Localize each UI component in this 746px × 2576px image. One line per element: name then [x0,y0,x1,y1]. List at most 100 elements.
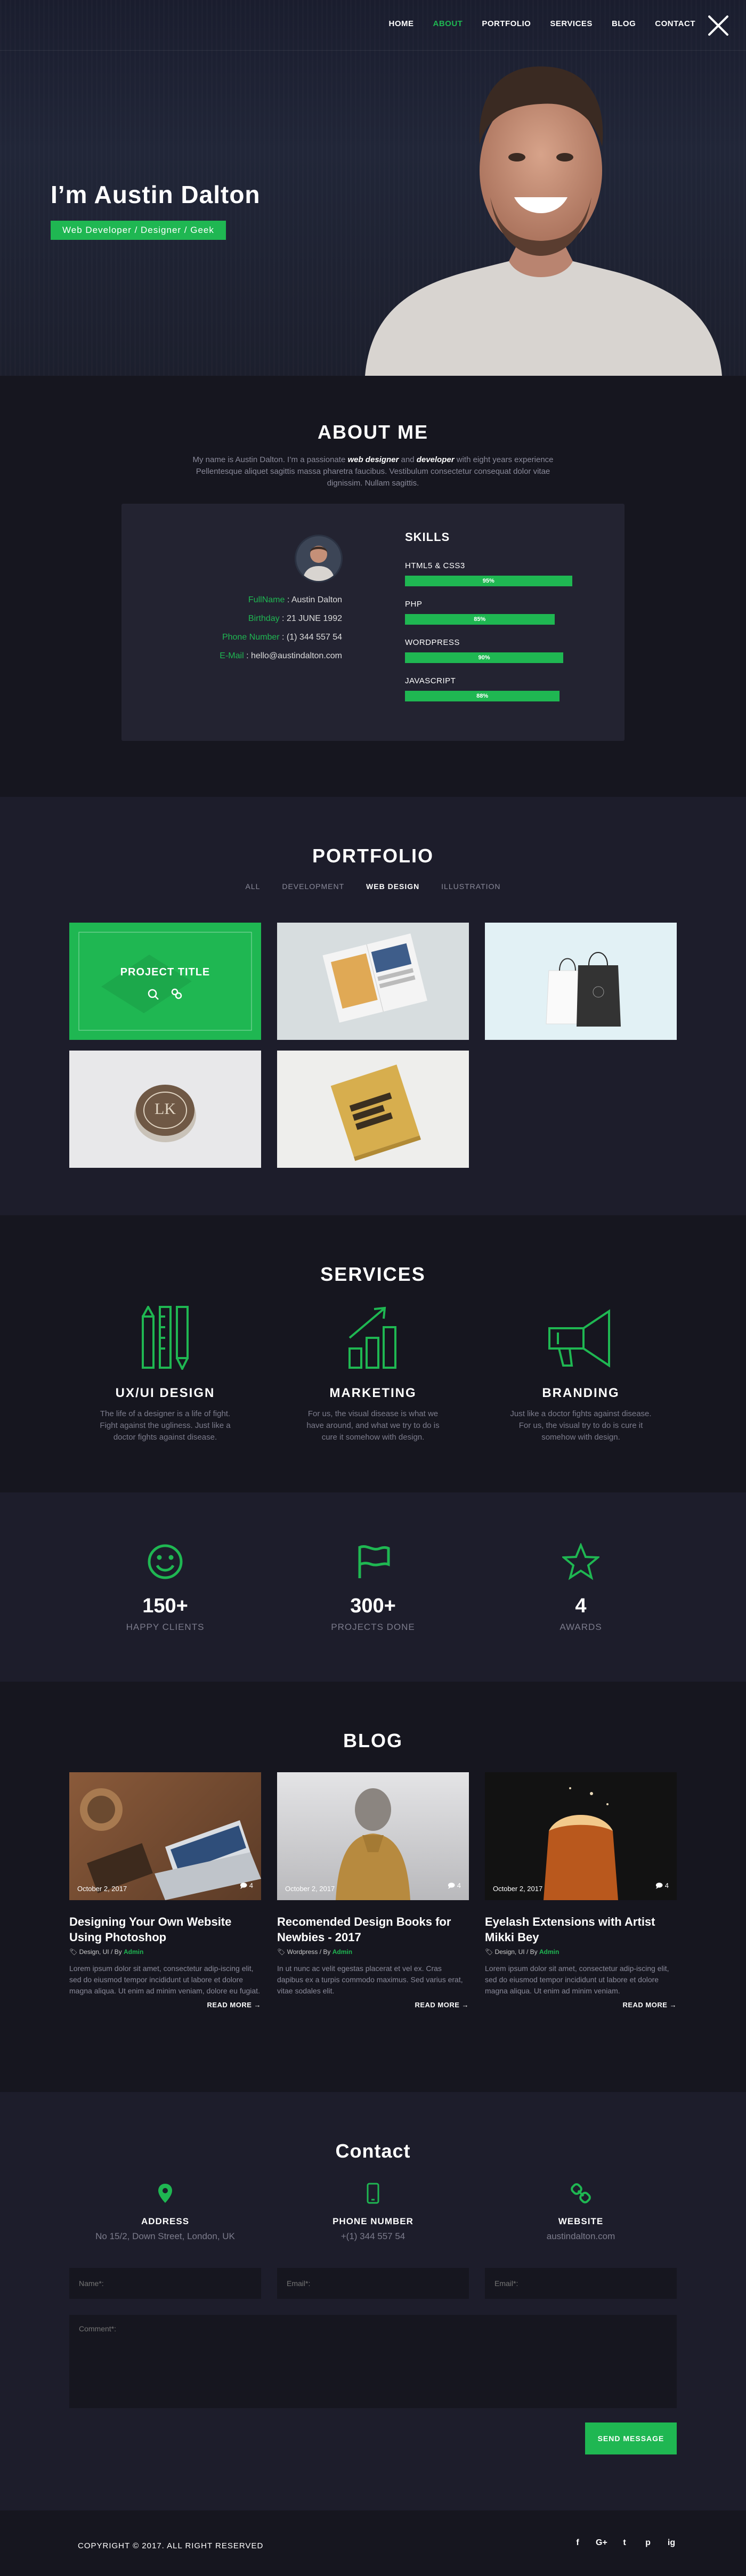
about-section: ABOUT ME My name is Austin Dalton. I’m a… [0,376,746,797]
about-title: ABOUT ME [318,421,428,443]
nav-item-about[interactable]: ABOUT [433,19,463,28]
map-pin-icon [158,2184,172,2203]
project-title: PROJECT TITLE [120,966,210,978]
service-text: For us, the visual disease is what we ha… [306,1409,440,1442]
skill-php: PHP 85% [405,600,586,625]
service-text: The life of a designer is a life of figh… [100,1409,231,1442]
twitter-icon[interactable]: t [619,2538,630,2548]
services-section: SERVICES UX/UI DESIGN The life of a desi… [0,1215,746,1492]
skill-label: WORDPRESS [405,638,460,647]
contact-website: WEBSITE austindalton.com [485,2183,677,2242]
filter-all[interactable]: ALL [246,882,261,891]
blog-title: BLOG [343,1730,403,1751]
skill-label: HTML5 & CSS3 [405,561,465,570]
comment-icon: 🗩 [239,1881,248,1889]
info-phone: Phone Number : (1) 344 557 54 [222,633,342,642]
post-author: Admin [332,1948,353,1956]
info-value: Austin Dalton [291,595,342,604]
post-title[interactable]: Recomended Design Books for Newbies - 20… [277,1914,469,1945]
stat-number: 4 [575,1595,587,1617]
link-icon [571,2183,591,2203]
social-links: f G+ t p ig [572,2538,677,2548]
email-field-2[interactable] [485,2268,677,2299]
nav-item-contact[interactable]: CONTACT [655,19,695,28]
comment-icon: 🗩 [655,1881,663,1889]
post-image[interactable]: October 2, 2017 🗩 4 [69,1772,261,1900]
skill-label: PHP [405,600,423,609]
read-more-link[interactable]: READ MORE → [485,2001,677,2009]
flag-icon [358,1545,390,1578]
contact-label: PHONE NUMBER [333,2216,413,2226]
blog-post: October 2, 2017 🗩 4 Recomended Design Bo… [277,1772,469,2009]
instagram-icon[interactable]: ig [666,2538,677,2548]
portfolio-tile-bags[interactable] [485,923,677,1040]
facebook-icon[interactable]: f [572,2538,583,2548]
info-birthday: Birthday : 21 JUNE 1992 [248,614,342,623]
intro-text-2: and [399,455,417,464]
skills-title: SKILLS [405,530,450,544]
blog-section: BLOG October 2, 2017 🗩 4 Designing Your … [0,1682,746,2092]
close-menu-icon[interactable] [707,14,730,37]
stat-label: PROJECTS DONE [331,1622,415,1632]
nav-item-portfolio[interactable]: PORTFOLIO [482,19,531,28]
nav-item-services[interactable]: SERVICES [550,19,593,28]
filter-illustration[interactable]: ILLUSTRATION [441,882,500,891]
design-tools-icon [142,1306,189,1370]
info-value: hello@austindalton.com [250,651,342,660]
pinterest-icon[interactable]: p [643,2538,653,2548]
contact-value: +(1) 344 557 54 [340,2231,406,2241]
post-meta: 🏷 Wordpress / By Admin [277,1948,353,1956]
portfolio-tile-magazine[interactable] [277,923,469,1040]
service-ux-ui: UX/UI DESIGN The life of a designer is a… [69,1306,261,1443]
google-plus-icon[interactable]: G+ [596,2538,607,2548]
tag-icon: 🏷 [69,1948,78,1956]
portfolio-tile-badge[interactable]: LK [69,1051,261,1168]
name-field[interactable] [69,2268,261,2299]
intro-text-1: My name is Austin Dalton. I’m a passiona… [192,455,348,464]
info-value: 21 JUNE 1992 [286,614,342,623]
footer: COPYRIGHT © 2017. ALL RIGHT RESERVED f G… [0,2510,746,2576]
skill-track: 85% [405,614,581,625]
nav-item-blog[interactable]: BLOG [612,19,636,28]
read-more-link[interactable]: READ MORE → [277,2001,469,2009]
skill-track: 90% [405,652,581,663]
post-image[interactable]: October 2, 2017 🗩 4 [277,1772,469,1900]
skill-bar: 88% [405,691,560,701]
service-branding: BRANDING Just like a doctor fights again… [485,1306,677,1443]
skill-bar: 95% [405,576,572,586]
info-key: Phone Number [222,633,280,642]
portfolio-tile-book[interactable] [277,1051,469,1168]
contact-section: Contact ADDRESS No 15/2, Down Street, Lo… [0,2092,746,2510]
contact-phone: PHONE NUMBER +(1) 344 557 54 [277,2183,469,2242]
post-image[interactable]: October 2, 2017 🗩 4 [485,1772,677,1900]
avatar [295,535,343,583]
email-field[interactable] [277,2268,469,2299]
post-excerpt: Lorem ipsum dolor sit amet, consectetur … [69,1964,260,1995]
info-fullname: FullName : Austin Dalton [248,595,342,604]
contact-title: Contact [335,2140,411,2162]
stat-projects: 300+ PROJECTS DONE [277,1543,469,1633]
portfolio-title: PORTFOLIO [312,845,434,867]
filter-web-design[interactable]: WEB DESIGN [366,882,419,891]
stat-label: HAPPY CLIENTS [126,1622,205,1632]
stats-section: 150+ HAPPY CLIENTS 300+ PROJECTS DONE 4 … [0,1492,746,1682]
skill-bar: 90% [405,652,563,663]
read-more-link[interactable]: READ MORE → [69,2001,261,2009]
send-message-button[interactable]: SEND MESSAGE [585,2422,677,2454]
info-key: FullName [248,595,285,604]
service-name: UX/UI DESIGN [115,1386,215,1400]
stat-number: 150+ [142,1595,188,1617]
blog-post: October 2, 2017 🗩 4 Designing Your Own W… [69,1772,261,2009]
post-title[interactable]: Eyelash Extensions with Artist Mikki Bey [485,1914,677,1945]
contact-address: ADDRESS No 15/2, Down Street, London, UK [69,2183,261,2242]
nav-item-home[interactable]: HOME [389,19,414,28]
contact-label: ADDRESS [141,2216,190,2226]
intro-em-2: developer [416,455,455,464]
filter-development[interactable]: DEVELOPMENT [282,882,344,891]
blog-post: October 2, 2017 🗩 4 Eyelash Extensions w… [485,1772,677,2009]
copyright-text: COPYRIGHT © 2017. ALL RIGHT RESERVED [78,2541,264,2550]
post-categories: Design, UI [494,1948,525,1956]
portfolio-tile-project[interactable]: PROJECT TITLE [69,923,261,1040]
post-title[interactable]: Designing Your Own Website Using Photosh… [69,1914,261,1945]
comment-field[interactable] [69,2315,677,2408]
